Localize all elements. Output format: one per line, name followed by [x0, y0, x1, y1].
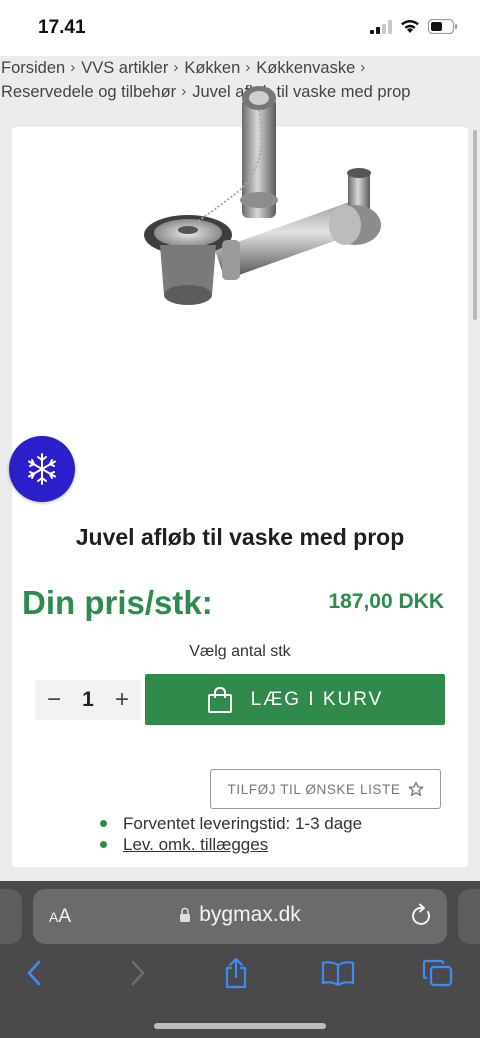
share-icon [225, 957, 247, 989]
wishlist-label: TILFØJ TIL ØNSKE LISTE [227, 781, 401, 797]
url-text: bygmax.dk [199, 903, 301, 926]
delivery-info: Forventet leveringstid: 1-3 dage Lev. om… [100, 813, 362, 855]
battery-icon [428, 19, 457, 34]
breadcrumb-link-home[interactable]: Forsiden [1, 56, 65, 80]
price-label: Din pris/stk: [22, 584, 213, 621]
shipping-cost-item: Lev. omk. tillægges [100, 834, 362, 855]
breadcrumb-link-kitchen[interactable]: Køkken [184, 56, 240, 80]
breadcrumb-link-kitchen-sink[interactable]: Køkkenvaske [256, 56, 355, 80]
forward-button[interactable] [118, 953, 158, 993]
breadcrumb-row-1: Forsiden › VVS artikler › Køkken › Køkke… [1, 56, 480, 80]
share-button[interactable] [216, 953, 256, 993]
shipping-cost-link[interactable]: Lev. omk. tillægges [123, 835, 268, 855]
quantity-increase-button[interactable]: + [115, 686, 129, 714]
back-button[interactable] [14, 953, 54, 993]
quantity-stepper: − 1 + [35, 680, 141, 720]
bullet-icon [100, 820, 107, 827]
next-tab-preview[interactable] [458, 889, 480, 944]
bullet-icon [100, 841, 107, 848]
reload-icon [412, 903, 431, 925]
snowflake-button[interactable] [9, 436, 75, 502]
previous-tab-preview[interactable] [0, 889, 22, 944]
home-indicator[interactable] [154, 1023, 326, 1029]
tabs-button[interactable] [418, 953, 458, 993]
add-to-cart-button[interactable]: LÆG I KURV [145, 674, 445, 725]
quantity-value[interactable]: 1 [82, 688, 94, 712]
browser-toolbar: AA bygmax.dk [0, 881, 480, 1038]
status-time: 17.41 [38, 17, 86, 38]
scroll-indicator [473, 130, 477, 320]
delivery-time-item: Forventet leveringstid: 1-3 dage [100, 813, 362, 834]
back-icon [27, 960, 41, 986]
cellular-signal-icon [370, 19, 392, 34]
forward-icon [131, 960, 145, 986]
quantity-label: Vælg antal stk [189, 643, 291, 660]
chevron-right-icon: › [245, 59, 251, 76]
price-value: 187,00 DKK [328, 590, 444, 613]
reload-button[interactable] [411, 903, 433, 932]
breadcrumb-link-vvs[interactable]: VVS artikler [81, 56, 168, 80]
chevron-right-icon: › [173, 59, 179, 76]
chevron-right-icon: › [70, 59, 76, 76]
shopping-bag-icon [207, 686, 232, 713]
tabs-icon [422, 959, 453, 987]
quantity-decrease-button[interactable]: − [47, 686, 61, 714]
delivery-time-text: Forventet leveringstid: 1-3 dage [123, 813, 363, 833]
bookmarks-icon [321, 961, 355, 986]
status-bar: 17.41 [0, 0, 480, 56]
address-bar[interactable]: AA bygmax.dk [33, 889, 447, 944]
url-display[interactable]: bygmax.dk [33, 903, 447, 927]
status-icons [370, 19, 458, 34]
product-title: Juvel afløb til vaske med prop [75, 524, 405, 550]
wifi-icon [401, 20, 419, 33]
lock-icon [180, 907, 191, 922]
add-to-cart-label: LÆG I KURV [250, 688, 384, 710]
browser-nav-row [0, 953, 480, 993]
star-icon [408, 781, 423, 796]
add-to-wishlist-button[interactable]: TILFØJ TIL ØNSKE LISTE [210, 769, 441, 809]
snowflake-icon [28, 453, 56, 485]
bookmarks-button[interactable] [318, 953, 358, 993]
chevron-right-icon: › [360, 59, 366, 76]
sink-drain-image [144, 86, 381, 305]
